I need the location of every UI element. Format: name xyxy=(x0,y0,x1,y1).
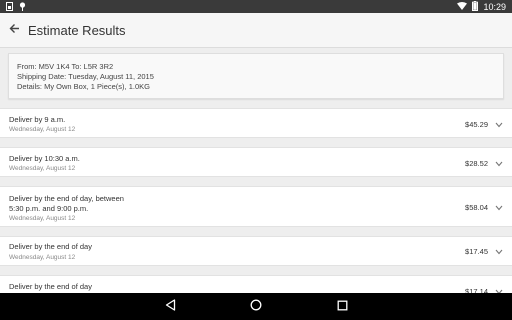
result-row[interactable]: Deliver by the end of day Wednesday, Aug… xyxy=(0,236,512,266)
recents-square-icon xyxy=(337,298,348,316)
status-left-icons xyxy=(6,2,26,13)
page-title: Estimate Results xyxy=(28,23,126,38)
status-right-icons: 10:29 xyxy=(457,1,506,13)
result-date: Wednesday, August 12 xyxy=(9,215,76,222)
summary-shipping-date: Shipping Date: Tuesday, August 11, 2015 xyxy=(17,72,154,81)
result-price: $45.29 xyxy=(465,120,488,129)
home-circle-icon xyxy=(250,298,262,316)
result-title: Deliver by 10:30 a.m. xyxy=(9,154,80,163)
result-price: $28.52 xyxy=(465,159,488,168)
nav-home-button[interactable] xyxy=(248,299,264,315)
sim-card-icon xyxy=(6,2,13,13)
result-date: Wednesday, August 12 xyxy=(9,254,76,261)
result-title: Deliver by the end of day xyxy=(9,282,92,291)
summary-from-to: From: M5V 1K4 To: L5R 3R2 xyxy=(17,62,114,71)
shipment-summary-card: From: M5V 1K4 To: L5R 3R2 Shipping Date:… xyxy=(8,53,504,99)
result-price: $17.45 xyxy=(465,247,488,256)
wifi-icon xyxy=(457,2,468,12)
system-nav-bar xyxy=(0,293,512,320)
summary-details: Details: My Own Box, 1 Piece(s), 1.0KG xyxy=(17,82,150,91)
chevron-down-icon[interactable] xyxy=(495,161,503,167)
arrow-back-icon xyxy=(9,21,20,39)
result-date: Wednesday, August 12 xyxy=(9,126,76,133)
nav-back-button[interactable] xyxy=(162,299,178,315)
result-row[interactable]: Deliver by 9 a.m. Wednesday, August 12 $… xyxy=(0,108,512,138)
notification-pin-icon xyxy=(19,2,26,13)
result-title: Deliver by the end of day, between xyxy=(9,194,124,203)
result-price: $58.04 xyxy=(465,203,488,212)
status-time: 10:29 xyxy=(483,1,506,12)
back-button[interactable] xyxy=(5,21,23,39)
result-title: Deliver by the end of day xyxy=(9,242,92,251)
app-bar: Estimate Results xyxy=(0,13,512,48)
result-title: Deliver by 9 a.m. xyxy=(9,115,66,124)
chevron-down-icon[interactable] xyxy=(495,249,503,255)
result-row[interactable]: Deliver by 10:30 a.m. Wednesday, August … xyxy=(0,147,512,177)
nav-recents-button[interactable] xyxy=(334,299,350,315)
status-bar: 10:29 xyxy=(0,0,512,13)
chevron-down-icon[interactable] xyxy=(495,205,503,211)
back-triangle-icon xyxy=(165,298,176,316)
result-title-line-2: 5:30 p.m. and 9:00 p.m. xyxy=(9,204,89,213)
result-date: Wednesday, August 12 xyxy=(9,165,76,172)
result-row[interactable]: Deliver by the end of day, between 5:30 … xyxy=(0,186,512,227)
battery-icon xyxy=(472,1,479,13)
chevron-down-icon[interactable] xyxy=(495,122,503,128)
